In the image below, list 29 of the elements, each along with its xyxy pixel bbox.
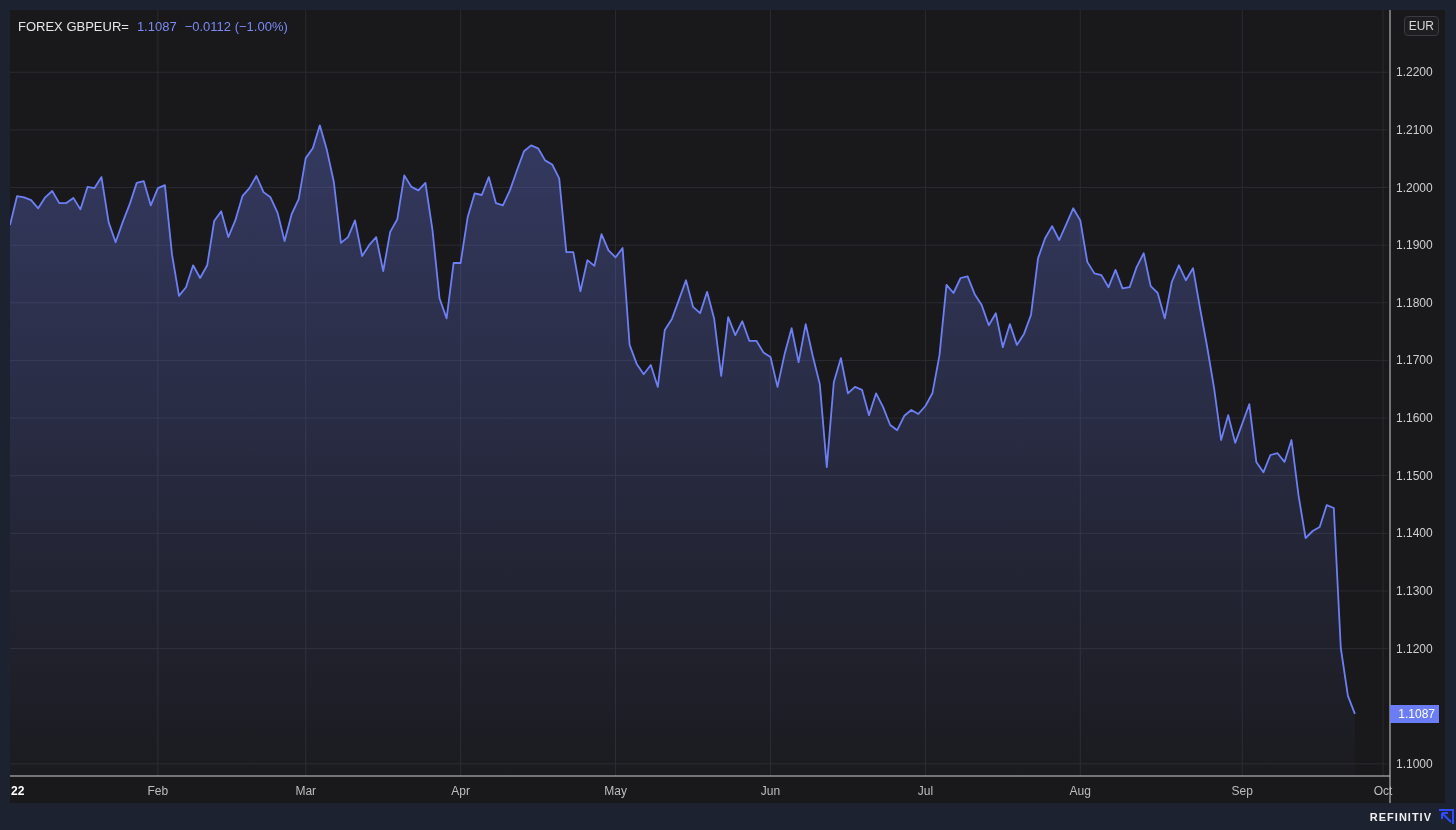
- x-axis-label: Feb: [147, 784, 169, 798]
- x-axis-label: Jun: [760, 784, 781, 798]
- brand-name: REFINITIV: [1369, 810, 1432, 823]
- x-axis-label: Mar: [295, 784, 317, 798]
- legend-price: 1.1087: [136, 19, 177, 34]
- brand-logo-icon: [1438, 808, 1454, 825]
- y-axis-label: 1.1500: [1396, 468, 1433, 483]
- x-axis-label: Aug: [1069, 784, 1091, 798]
- x-axis-year-label: 22: [11, 784, 25, 798]
- x-axis-label: May: [604, 784, 627, 798]
- y-axis-label: 1.1400: [1396, 526, 1433, 541]
- y-axis-label: 1.2200: [1396, 65, 1433, 80]
- y-axis-label: 1.1900: [1396, 238, 1433, 253]
- x-axis-label: Sep: [1231, 784, 1253, 798]
- legend-symbol: FOREX GBPEUR=: [18, 19, 129, 34]
- legend-change: −0.0112 (−1.00%): [184, 19, 288, 34]
- last-price-badge: 1.1087: [1390, 704, 1439, 723]
- y-axis-label: 1.1800: [1396, 295, 1433, 310]
- y-axis-label: 1.2100: [1396, 122, 1433, 137]
- y-axis-label: 1.1000: [1396, 756, 1433, 771]
- x-axis-label: Apr: [451, 784, 470, 798]
- y-axis-label: 1.1700: [1396, 353, 1433, 368]
- currency-badge: EUR: [1403, 16, 1439, 36]
- x-axis-label: Oct: [1373, 784, 1393, 798]
- y-axis-label: 1.1200: [1396, 641, 1433, 656]
- y-axis-label: 1.2000: [1396, 180, 1433, 195]
- y-axis-label: 1.1600: [1396, 411, 1433, 426]
- y-axis-label: 1.1300: [1396, 584, 1433, 598]
- x-axis-label: Jul: [917, 784, 934, 798]
